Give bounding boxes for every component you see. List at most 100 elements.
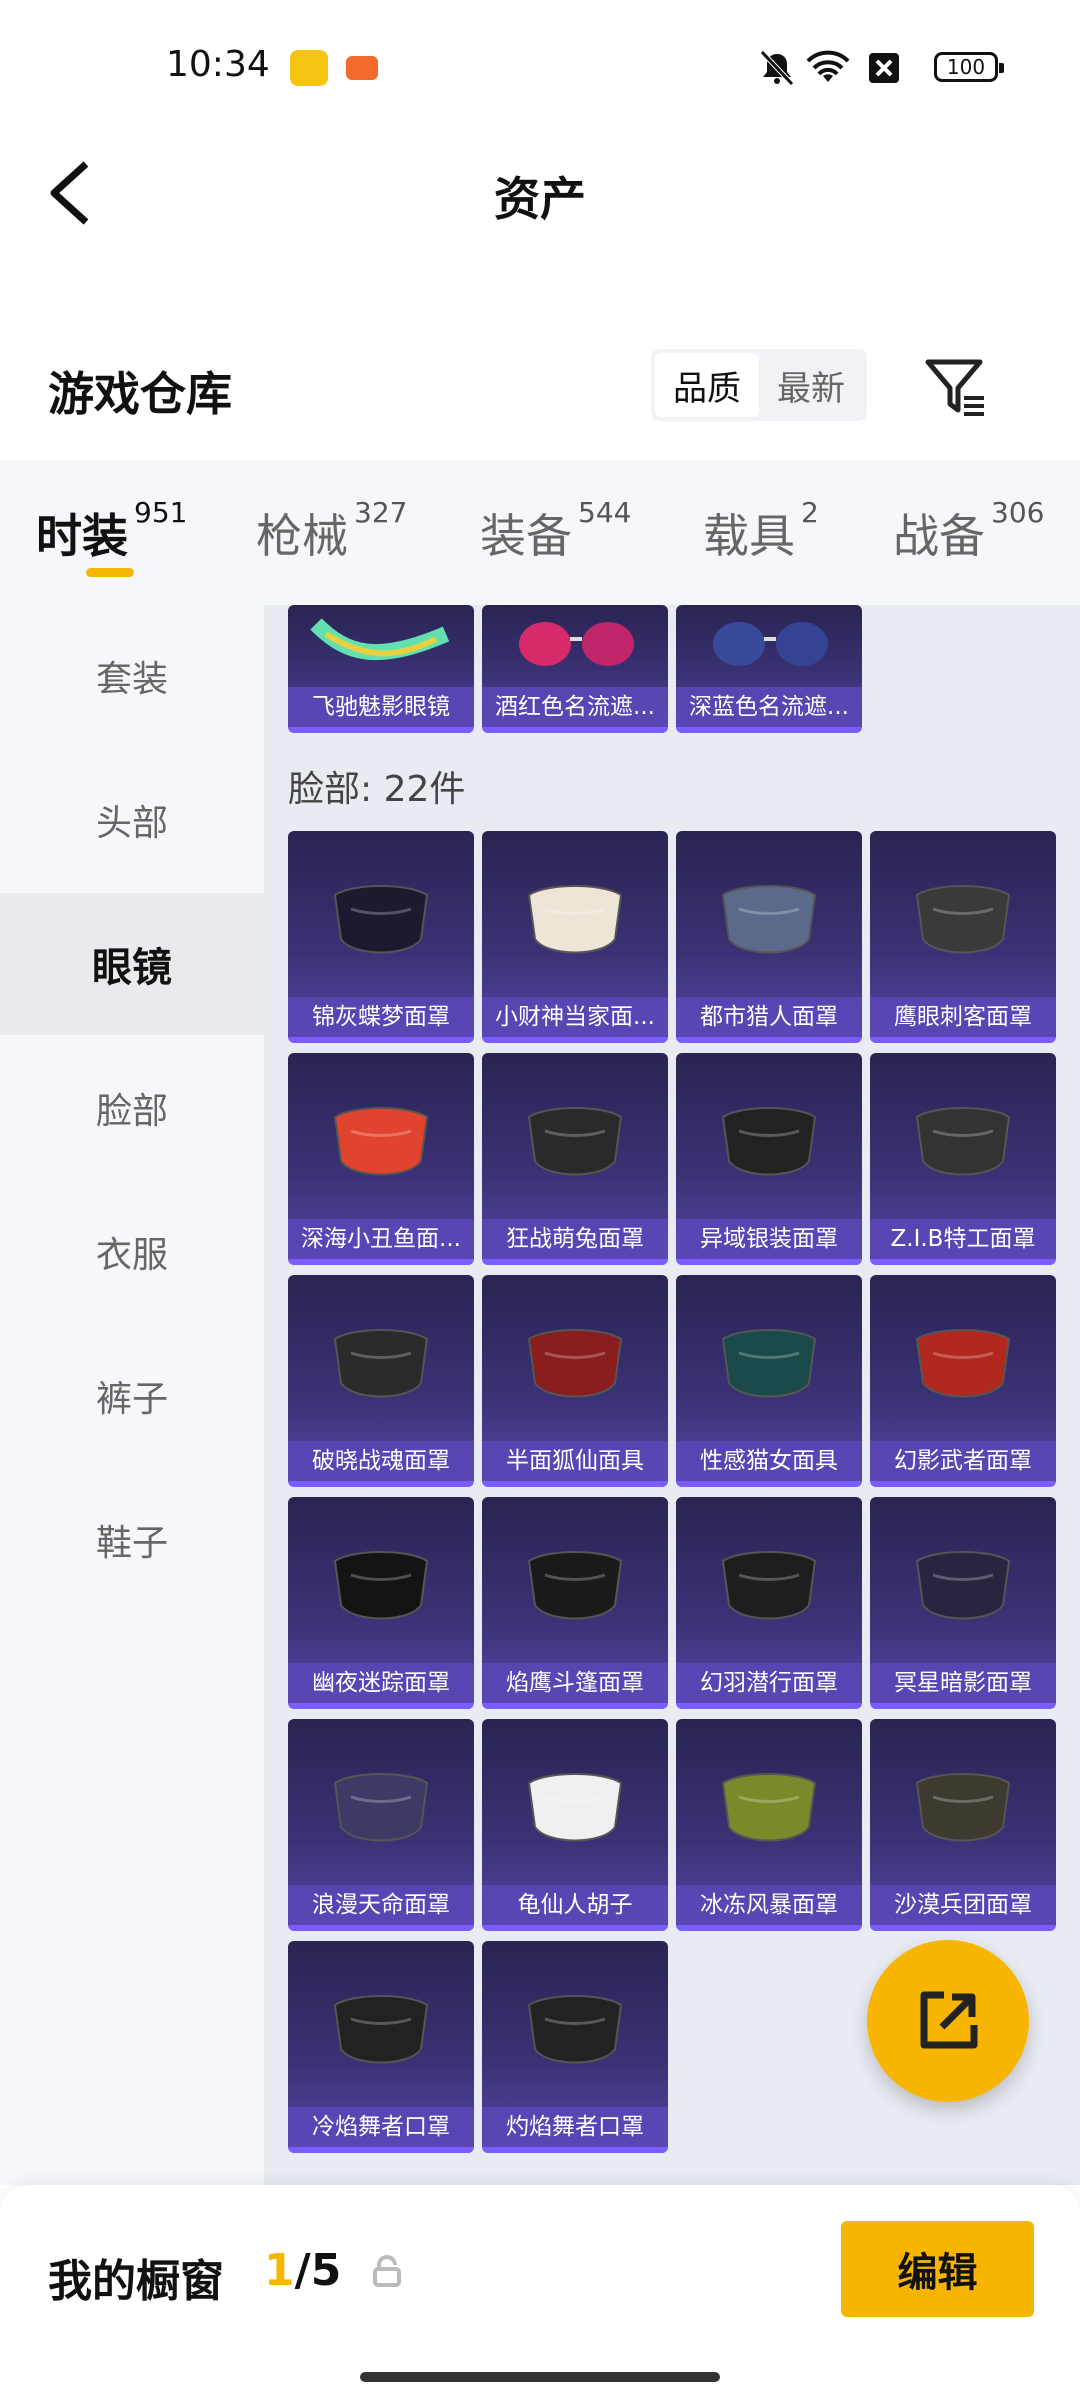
sidebar-item-face[interactable]: 脸部 [0,1037,264,1179]
item-name: 小财神当家面... [482,997,668,1037]
item-card[interactable]: 狂战萌兔面罩 [482,1053,668,1265]
mask-icon [288,1497,474,1661]
mask-icon [870,1053,1056,1217]
item-card[interactable]: 冷焰舞者口罩 [288,1941,474,2153]
mask-icon [482,1497,668,1661]
item-card[interactable]: Z.I.B特工面罩 [870,1053,1056,1265]
battery-indicator: 100 [934,52,1004,82]
tab-label: 枪械 [256,509,348,563]
item-name: 幻羽潜行面罩 [676,1663,862,1703]
active-tab-indicator [86,568,134,577]
item-name: 冰冻风暴面罩 [676,1885,862,1925]
item-card[interactable]: 小财神当家面... [482,831,668,1043]
item-card[interactable]: 异域银装面罩 [676,1053,862,1265]
category-sidebar: 套装 头部 眼镜 脸部 衣服 裤子 鞋子 [0,605,264,2185]
tab-label: 时装 [36,509,128,563]
item-card[interactable]: 都市猎人面罩 [676,831,862,1043]
item-card[interactable]: 深海小丑鱼面... [288,1053,474,1265]
sidebar-item-pants[interactable]: 裤子 [0,1325,264,1467]
mask-icon [288,831,474,995]
item-name: 飞驰魅影眼镜 [288,687,474,727]
item-name: 深蓝色名流遮... [676,687,862,727]
item-card[interactable]: 幻羽潜行面罩 [676,1497,862,1709]
fox-mask-icon [482,1275,668,1439]
tab-equipment[interactable]: 装备 544 [480,496,631,566]
mask-icon [676,1497,862,1661]
item-name: 酒红色名流遮... [482,687,668,727]
mask-icon [676,1053,862,1217]
item-card[interactable]: 酒红色名流遮... [482,605,668,733]
sort-latest-button[interactable]: 最新 [759,353,863,417]
item-card[interactable]: 破晓战魂面罩 [288,1275,474,1487]
tab-label: 装备 [480,509,572,563]
item-card[interactable]: 冥星暗影面罩 [870,1497,1056,1709]
cat-mask-icon [676,1275,862,1439]
tab-label: 战备 [893,509,985,563]
item-card[interactable]: 深蓝色名流遮... [676,605,862,733]
showcase-total: /5 [294,2245,342,2296]
item-name: 龟仙人胡子 [482,1885,668,1925]
item-card[interactable]: 沙漠兵团面罩 [870,1719,1056,1931]
tab-count: 951 [134,496,188,529]
sort-quality-button[interactable]: 品质 [655,353,759,417]
item-card[interactable]: 性感猫女面具 [676,1275,862,1487]
filter-icon[interactable] [924,356,988,420]
item-name: 灼焰舞者口罩 [482,2107,668,2147]
tab-vehicles[interactable]: 载具 2 [703,496,819,566]
flame-mask-icon [288,1941,474,2105]
flame-mask-icon [482,1941,668,2105]
showcase-count: 1/5 [264,2245,341,2296]
tab-supplies[interactable]: 战备 306 [893,496,1044,566]
item-card[interactable]: 浪漫天命面罩 [288,1719,474,1931]
item-card[interactable]: 幻影武者面罩 [870,1275,1056,1487]
item-card[interactable]: 龟仙人胡子 [482,1719,668,1931]
showcase-current: 1 [264,2245,295,2296]
item-name: 性感猫女面具 [676,1441,862,1481]
mask-icon [288,1719,474,1883]
status-time: 10:34 [166,44,270,85]
sidebar-item-head[interactable]: 头部 [0,749,264,891]
tab-label: 载具 [703,509,795,563]
mask-icon [870,1497,1056,1661]
sidebar-item-suit[interactable]: 套装 [0,605,264,747]
share-icon [920,1991,978,2049]
tab-fashion[interactable]: 时装 951 [36,496,187,566]
glasses-icon [288,605,474,693]
showcase-title: 我的橱窗 [48,2256,224,2307]
item-card[interactable]: 幽夜迷踪面罩 [288,1497,474,1709]
item-name: 半面狐仙面具 [482,1441,668,1481]
gas-mask-icon [870,1275,1056,1439]
item-card[interactable]: 飞驰魅影眼镜 [288,605,474,733]
item-name: 浪漫天命面罩 [288,1885,474,1925]
sidebar-item-clothes[interactable]: 衣服 [0,1181,264,1323]
game-notification-icon [346,56,378,80]
glasses-icon [482,605,668,693]
sidebar-item-glasses[interactable]: 眼镜 [0,893,264,1035]
snorkel-icon [288,1053,474,1217]
item-name: 鹰眼刺客面罩 [870,997,1056,1037]
sidebar-item-shoes[interactable]: 鞋子 [0,1469,264,1611]
glasses-icon [676,605,862,693]
plague-mask-icon [870,831,1056,995]
bandana-icon [676,831,862,995]
item-name: 异域银装面罩 [676,1219,862,1259]
gaiter-icon [676,1719,862,1883]
share-button[interactable] [867,1940,1029,2102]
item-name: 狂战萌兔面罩 [482,1219,668,1259]
item-card[interactable]: 锦灰蝶梦面罩 [288,831,474,1043]
item-card[interactable]: 鹰眼刺客面罩 [870,831,1056,1043]
wifi-icon [806,50,850,82]
app-notification-icon [290,50,328,86]
lock-icon [373,2255,401,2287]
status-bar: 10:34 100 [0,0,1080,130]
edit-button[interactable]: 编辑 [841,2221,1034,2317]
face-section-label: 脸部: 22件 [288,769,466,810]
tab-firearms[interactable]: 枪械 327 [256,496,407,566]
item-card[interactable]: 灼焰舞者口罩 [482,1941,668,2153]
home-indicator[interactable] [360,2372,720,2382]
item-card[interactable]: 焰鹰斗篷面罩 [482,1497,668,1709]
item-name: 冥星暗影面罩 [870,1663,1056,1703]
item-card[interactable]: 冰冻风暴面罩 [676,1719,862,1931]
warehouse-title: 游戏仓库 [48,367,232,421]
item-card[interactable]: 半面狐仙面具 [482,1275,668,1487]
